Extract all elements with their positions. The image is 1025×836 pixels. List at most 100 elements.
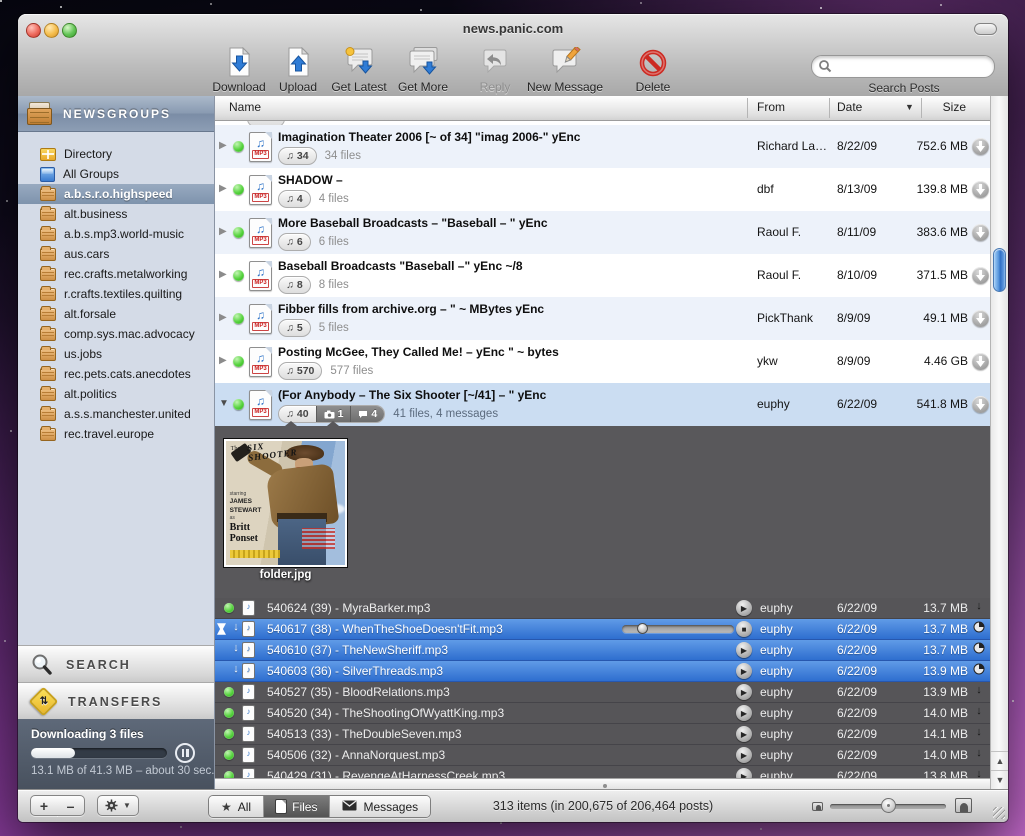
toolbar-button-upload[interactable]: Upload (270, 41, 326, 94)
stop-button[interactable]: ■ (736, 621, 752, 637)
search-section-header[interactable]: SEARCH (18, 645, 214, 684)
sidebar-item-a-b-s-mp3-world-music[interactable]: a.b.s.mp3.world-music (18, 224, 214, 244)
file-date: 6/22/09 (837, 727, 877, 741)
file-row[interactable]: ↓540617 (38) - WhenTheShoeDoesn'tFit.mp3… (215, 619, 990, 640)
sidebar-item-rec-travel-europe[interactable]: rec.travel.europe (18, 424, 214, 444)
column-header-from[interactable]: From (757, 100, 785, 114)
download-button[interactable] (972, 267, 989, 284)
attachment-thumbnail[interactable]: The SIX SHOOTER starring JAMES STEWART a… (224, 439, 347, 567)
toolbar-button-get-latest[interactable]: Get Latest (326, 41, 392, 94)
audio-file-icon (243, 727, 254, 741)
disclosure-closed-icon[interactable]: ▶ (219, 140, 227, 151)
filter-tab-label: All (238, 800, 251, 814)
play-button[interactable]: ▶ (736, 768, 752, 778)
search-input[interactable] (811, 55, 995, 78)
pause-button[interactable] (175, 743, 195, 763)
toolbar-toggle-button[interactable] (974, 23, 997, 35)
sidebar-item-rec-pets-cats-anecdotes[interactable]: rec.pets.cats.anecdotes (18, 364, 214, 384)
music-note-icon: ♫ (286, 193, 294, 205)
sidebar-item-alt-forsale[interactable]: alt.forsale (18, 304, 214, 324)
sidebar-item-a-s-s-manchester-united[interactable]: a.s.s.manchester.united (18, 404, 214, 424)
download-button[interactable] (972, 353, 989, 370)
file-row[interactable]: 540527 (35) - BloodRelations.mp3▶euphy6/… (215, 682, 990, 703)
post-row[interactable]: ▼♫MP3(For Anybody – The Six Shooter [~/4… (215, 383, 990, 426)
download-button[interactable] (972, 224, 989, 241)
play-button[interactable]: ▶ (736, 600, 752, 616)
play-button[interactable]: ▶ (736, 726, 752, 742)
sidebar-item-alt-business[interactable]: alt.business (18, 204, 214, 224)
play-button[interactable]: ▶ (736, 684, 752, 700)
sidebar-item-a-b-s-r-o-highspeed[interactable]: a.b.s.r.o.highspeed (18, 184, 214, 204)
action-menu-button[interactable]: ▼ (97, 795, 139, 816)
download-button[interactable] (972, 138, 989, 155)
file-row[interactable]: ↓540610 (37) - TheNewSheriff.mp3▶euphy6/… (215, 640, 990, 661)
mp3-file-icon: ♫MP3 (249, 261, 272, 291)
column-header-size[interactable]: Size (943, 100, 966, 114)
play-button[interactable]: ▶ (736, 705, 752, 721)
vertical-scrollbar[interactable]: ▲ ▼ (990, 96, 1008, 790)
size-slider-thumb[interactable] (881, 798, 896, 813)
filter-tab-all[interactable]: ★All (209, 796, 263, 817)
post-row[interactable]: ▶♫MP3SHADOW –♫44 filesdbf8/13/09139.8 MB (215, 168, 990, 211)
mp3-label: MP3 (252, 322, 269, 331)
disclosure-closed-icon[interactable]: ▶ (219, 312, 227, 323)
scroll-up-button[interactable]: ▲ (991, 751, 1008, 771)
file-size: 13.9 MB (898, 685, 968, 699)
scroll-down-button[interactable]: ▼ (991, 770, 1008, 790)
toolbar-button-download[interactable]: Download (208, 41, 270, 94)
disclosure-closed-icon[interactable]: ▶ (219, 355, 227, 366)
sidebar-item-all-groups[interactable]: All Groups (18, 164, 214, 184)
slider-thumb[interactable] (637, 623, 648, 634)
file-row[interactable]: 540624 (39) - MyraBarker.mp3▶euphy6/22/0… (215, 598, 990, 619)
play-button[interactable]: ▶ (736, 642, 752, 658)
toolbar-button-new-message[interactable]: New Message (520, 41, 610, 94)
post-row[interactable]: ▶♫MP3Baseball Broadcasts "Baseball –" yE… (215, 254, 990, 297)
sidebar-item-alt-politics[interactable]: alt.politics (18, 384, 214, 404)
column-divider[interactable] (921, 98, 922, 118)
file-row[interactable]: ↓540603 (36) - SilverThreads.mp3▶euphy6/… (215, 661, 990, 682)
column-header-date[interactable]: Date (837, 100, 862, 114)
post-row[interactable]: ▶♫MP3Imagination Theater 2006 [~ of 34] … (215, 125, 990, 168)
file-row[interactable]: 540429 (31) - RevengeAtHarnessCreek.mp3▶… (215, 766, 990, 778)
column-divider[interactable] (747, 98, 748, 118)
sidebar-item-aus-cars[interactable]: aus.cars (18, 244, 214, 264)
toolbar-button-delete[interactable]: Delete (624, 41, 682, 94)
playback-slider[interactable] (622, 625, 734, 633)
remove-button[interactable]: – (57, 795, 85, 816)
toolbar-button-get-more[interactable]: Get More (392, 41, 454, 94)
file-row[interactable]: 540513 (33) - TheDoubleSeven.mp3▶euphy6/… (215, 724, 990, 745)
disclosure-closed-icon[interactable]: ▶ (219, 269, 227, 280)
sidebar-item-r-crafts-textiles-quilting[interactable]: r.crafts.textiles.quilting (18, 284, 214, 304)
play-button[interactable]: ▶ (736, 663, 752, 679)
post-row[interactable]: ▶♫MP3More Baseball Broadcasts – "Basebal… (215, 211, 990, 254)
toolbar-button-reply[interactable]: Reply (470, 41, 520, 94)
filter-tab-messages[interactable]: Messages (329, 796, 430, 817)
transfers-section-header[interactable]: ⇅ TRANSFERS (18, 682, 214, 721)
column-header-name[interactable]: Name (229, 100, 261, 114)
mp3-file-icon: ♫MP3 (249, 390, 272, 420)
file-row[interactable]: 540520 (34) - TheShootingOfWyattKing.mp3… (215, 703, 990, 724)
music-note-icon: ♫ (250, 222, 271, 236)
download-button[interactable] (972, 396, 989, 413)
add-button[interactable]: + (30, 795, 58, 816)
newsgroups-header[interactable]: NEWSGROUPS (18, 96, 214, 132)
file-row[interactable]: 540506 (32) - AnnaNorquest.mp3▶euphy6/22… (215, 745, 990, 766)
resize-grip[interactable] (993, 807, 1005, 819)
disclosure-closed-icon[interactable]: ▶ (219, 226, 227, 237)
sidebar-item-directory[interactable]: Directory (18, 144, 214, 164)
scrollbar-thumb[interactable] (993, 248, 1006, 292)
disclosure-closed-icon[interactable]: ▶ (219, 183, 227, 194)
column-divider[interactable] (829, 98, 830, 118)
download-button[interactable] (972, 310, 989, 327)
play-button[interactable]: ▶ (736, 747, 752, 763)
sidebar-item-us-jobs[interactable]: us.jobs (18, 344, 214, 364)
download-button[interactable] (972, 181, 989, 198)
disclosure-open-icon[interactable]: ▼ (219, 398, 229, 409)
titlebar[interactable]: news.panic.com DownloadUploadGet LatestG… (18, 14, 1008, 97)
sidebar-item-comp-sys-mac-advocacy[interactable]: comp.sys.mac.advocacy (18, 324, 214, 344)
post-row[interactable]: ▶♫MP3Fibber fills from archive.org – " ~… (215, 297, 990, 340)
post-row[interactable]: ▶♫MP3Posting McGee, They Called Me! – yE… (215, 340, 990, 383)
file-icon (276, 800, 286, 813)
filter-tab-files[interactable]: Files (263, 796, 329, 817)
sidebar-item-rec-crafts-metalworking[interactable]: rec.crafts.metalworking (18, 264, 214, 284)
